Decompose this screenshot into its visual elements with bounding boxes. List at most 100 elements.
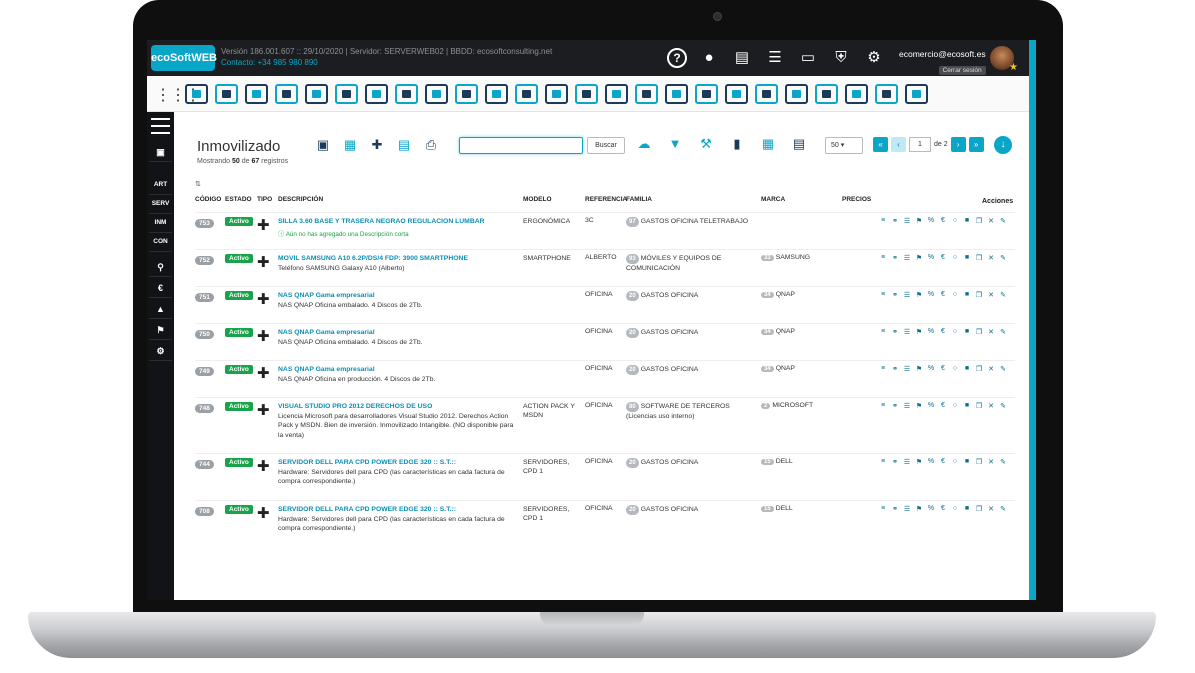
- hierarchy-icon[interactable]: ▲: [149, 299, 172, 319]
- module-icon[interactable]: [395, 84, 418, 104]
- gear-icon[interactable]: ⚙: [863, 48, 885, 68]
- sidebar-item-con[interactable]: CON: [149, 232, 172, 252]
- last-page-button[interactable]: »: [968, 137, 984, 152]
- list-icon[interactable]: ☰: [903, 365, 911, 373]
- scrollbar[interactable]: [1029, 40, 1036, 600]
- zoom-icon[interactable]: ⚲: [149, 257, 172, 277]
- link-icon[interactable]: ⚭: [891, 254, 899, 262]
- table-row[interactable]: 749 Activo ✚ NAS QNAP Gama empresarial NAS Q…: [195, 360, 1015, 397]
- euro-icon[interactable]: €: [939, 291, 947, 299]
- copy-icon[interactable]: ❐: [975, 254, 983, 262]
- first-page-button[interactable]: «: [873, 137, 888, 152]
- header-family[interactable]: FAMILIA: [626, 196, 652, 203]
- module-icon[interactable]: [905, 84, 928, 104]
- module-icon[interactable]: [665, 84, 688, 104]
- copy-icon[interactable]: ❐: [975, 402, 983, 410]
- settings-icon[interactable]: ≡: [879, 458, 887, 466]
- tag-icon[interactable]: ⚑: [915, 254, 923, 262]
- calendar-icon[interactable]: ▦: [757, 135, 779, 153]
- cloud-sync-icon[interactable]: ☁: [633, 135, 655, 153]
- percent-icon[interactable]: %: [927, 328, 935, 336]
- row-title-link[interactable]: MOVIL SAMSUNG A10 6.2P/DS/4 FDP: 3900 SM…: [278, 254, 518, 264]
- module-icon[interactable]: [335, 84, 358, 104]
- lock-icon[interactable]: ■: [963, 505, 971, 513]
- euro-icon[interactable]: €: [939, 328, 947, 336]
- settings-icon[interactable]: ≡: [879, 291, 887, 299]
- percent-icon[interactable]: %: [927, 291, 935, 299]
- circle-icon[interactable]: ○: [951, 254, 959, 262]
- euro-icon[interactable]: €: [149, 278, 172, 298]
- module-icon[interactable]: [485, 84, 508, 104]
- chat-icon[interactable]: ●: [698, 48, 720, 68]
- euro-icon[interactable]: €: [939, 505, 947, 513]
- per-page-select[interactable]: 50 ▾: [825, 137, 863, 154]
- header-reference[interactable]: REFERENCIA: [585, 196, 627, 203]
- module-icon[interactable]: [575, 84, 598, 104]
- settings-icon[interactable]: ⚙: [149, 341, 172, 361]
- add-item-icon[interactable]: ▣: [313, 136, 333, 154]
- module-icon[interactable]: [185, 84, 208, 104]
- table-row[interactable]: 744 Activo ✚ SERVIDOR DELL PARA CPD POWER E…: [195, 453, 1015, 500]
- circle-icon[interactable]: ○: [951, 458, 959, 466]
- link-icon[interactable]: ⚭: [891, 328, 899, 336]
- module-icon[interactable]: [515, 84, 538, 104]
- row-title-link[interactable]: SERVIDOR DELL PARA CPD POWER EDGE 320 ::…: [278, 458, 518, 468]
- module-icon[interactable]: [815, 84, 838, 104]
- copy-icon[interactable]: ❐: [975, 217, 983, 225]
- settings-icon[interactable]: ≡: [879, 328, 887, 336]
- module-icon[interactable]: [365, 84, 388, 104]
- table-row[interactable]: 752 Activo ✚ MOVIL SAMSUNG A10 6.2P/DS/4 FD…: [195, 249, 1015, 286]
- percent-icon[interactable]: %: [927, 458, 935, 466]
- edit-icon[interactable]: ✎: [999, 458, 1007, 466]
- header-description[interactable]: DESCRIPCIÓN: [278, 196, 323, 203]
- settings-icon[interactable]: ≡: [879, 365, 887, 373]
- tag-icon[interactable]: ⚑: [915, 328, 923, 336]
- module-icon[interactable]: [605, 84, 628, 104]
- link-icon[interactable]: ⚭: [891, 365, 899, 373]
- module-icon[interactable]: [305, 84, 328, 104]
- lock-icon[interactable]: ■: [963, 291, 971, 299]
- list-icon[interactable]: ☰: [903, 328, 911, 336]
- module-icon[interactable]: [245, 84, 268, 104]
- circle-icon[interactable]: ○: [951, 217, 959, 225]
- circle-icon[interactable]: ○: [951, 505, 959, 513]
- delete-icon[interactable]: ✕: [987, 217, 995, 225]
- percent-icon[interactable]: %: [927, 365, 935, 373]
- tag-icon[interactable]: ⚑: [915, 458, 923, 466]
- row-title-link[interactable]: VISUAL STUDIO PRO 2012 DERECHOS DE USO: [278, 402, 518, 412]
- lock-icon[interactable]: ■: [963, 328, 971, 336]
- module-icon[interactable]: [275, 84, 298, 104]
- list-icon[interactable]: ☰: [903, 402, 911, 410]
- edit-icon[interactable]: ✎: [999, 505, 1007, 513]
- link-icon[interactable]: ⚭: [891, 291, 899, 299]
- link-icon[interactable]: ⚭: [891, 402, 899, 410]
- copy-icon[interactable]: ❐: [975, 365, 983, 373]
- lock-icon[interactable]: ■: [963, 365, 971, 373]
- delete-icon[interactable]: ✕: [987, 365, 995, 373]
- copy-icon[interactable]: ❐: [975, 291, 983, 299]
- edit-icon[interactable]: ✎: [999, 402, 1007, 410]
- tag-icon[interactable]: ⚑: [149, 320, 172, 340]
- settings-icon[interactable]: ≡: [879, 402, 887, 410]
- link-icon[interactable]: ⚭: [891, 505, 899, 513]
- link-icon[interactable]: ⚭: [891, 217, 899, 225]
- chart-icon[interactable]: ▭: [797, 48, 819, 68]
- table-row[interactable]: 748 Activo ✚ VISUAL STUDIO PRO 2012 DERECHO…: [195, 397, 1015, 453]
- cube-icon[interactable]: ▣: [149, 142, 172, 162]
- tag-icon[interactable]: ⚑: [915, 365, 923, 373]
- add-document-icon[interactable]: ▤: [394, 136, 414, 154]
- tag-icon[interactable]: ⚑: [915, 402, 923, 410]
- edit-icon[interactable]: ✎: [999, 365, 1007, 373]
- module-icon[interactable]: [875, 84, 898, 104]
- copy-icon[interactable]: ❐: [975, 328, 983, 336]
- module-icon[interactable]: [545, 84, 568, 104]
- module-icon[interactable]: [695, 84, 718, 104]
- tag-icon[interactable]: ⚑: [915, 291, 923, 299]
- delete-icon[interactable]: ✕: [987, 402, 995, 410]
- edit-icon[interactable]: ✎: [999, 254, 1007, 262]
- module-icon[interactable]: [845, 84, 868, 104]
- delete-icon[interactable]: ✕: [987, 291, 995, 299]
- settings-icon[interactable]: ≡: [879, 254, 887, 262]
- row-title-link[interactable]: SERVIDOR DELL PARA CPD POWER EDGE 320 ::…: [278, 505, 518, 515]
- delete-icon[interactable]: ✕: [987, 328, 995, 336]
